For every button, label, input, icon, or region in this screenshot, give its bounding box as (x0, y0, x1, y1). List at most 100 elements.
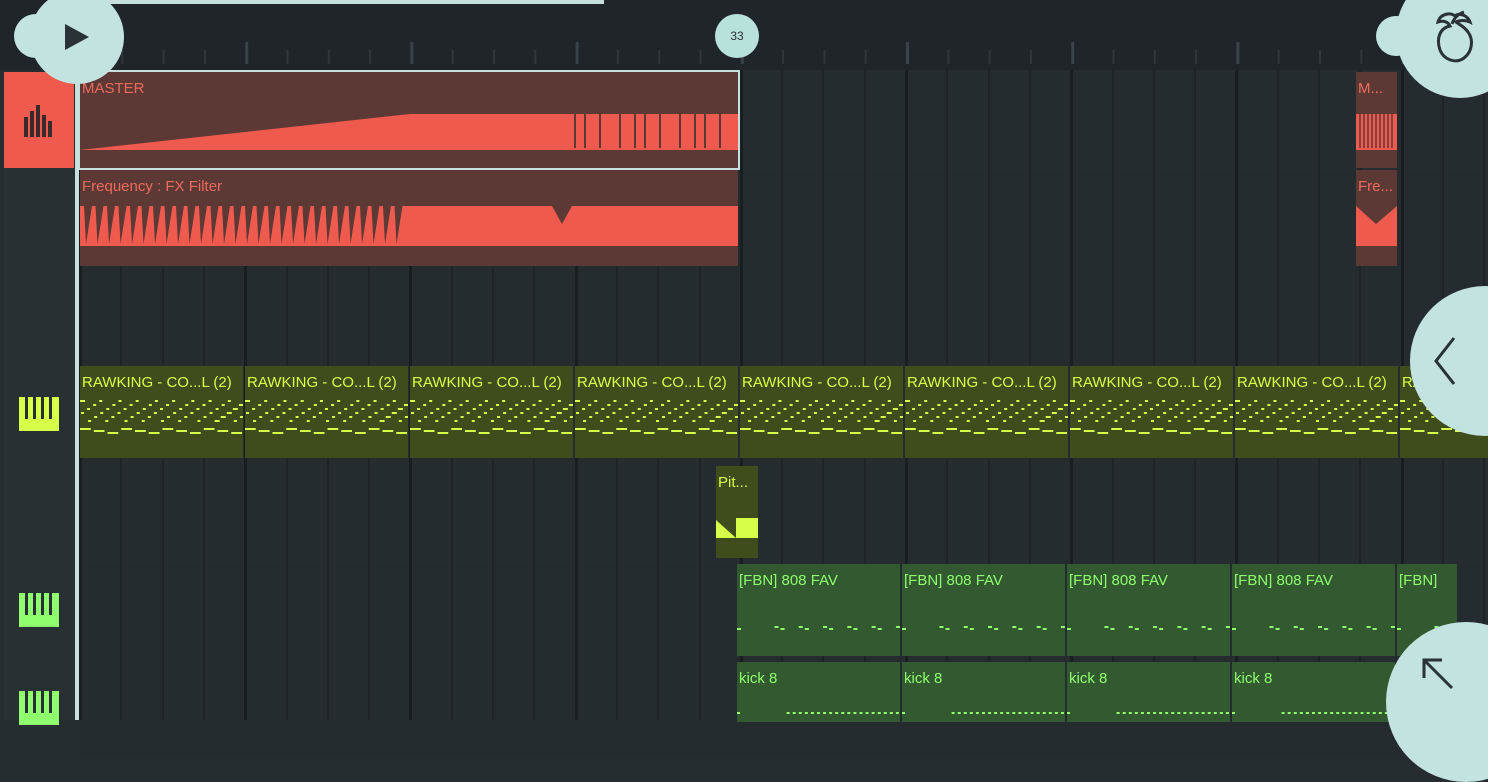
note (737, 628, 741, 630)
note (1373, 430, 1384, 432)
note (190, 432, 201, 434)
note (190, 412, 193, 414)
clip-fx-filter-short[interactable]: Fre... (1356, 170, 1397, 266)
clip-master[interactable]: MASTER (80, 72, 738, 168)
note (686, 400, 689, 402)
note (1348, 712, 1351, 714)
clip-rawking[interactable]: RAWKING - CO...L (2) (575, 366, 738, 458)
note (447, 412, 450, 414)
note (737, 712, 740, 714)
note (809, 432, 820, 434)
note (1010, 404, 1013, 406)
note (697, 404, 700, 406)
note (937, 404, 940, 406)
note (1384, 412, 1387, 414)
note (396, 432, 407, 434)
note (1339, 416, 1342, 418)
note (527, 420, 530, 422)
note (130, 404, 133, 406)
clip-kick[interactable]: kick 8 (902, 662, 1065, 722)
note (160, 408, 163, 410)
timeline-tick (658, 50, 660, 64)
note (589, 430, 600, 432)
note (736, 404, 738, 406)
note (203, 416, 206, 418)
note (410, 428, 421, 430)
track-header-rawking[interactable] (4, 366, 74, 462)
note (1348, 628, 1352, 630)
note (80, 428, 91, 430)
beat-position-marker[interactable]: 33 (715, 14, 759, 58)
note (1334, 408, 1337, 410)
track-header-empty[interactable] (4, 268, 74, 364)
note (273, 432, 284, 434)
note (1018, 712, 1021, 714)
track-header-pitch[interactable] (4, 464, 74, 560)
note (753, 404, 756, 406)
note (1330, 712, 1333, 714)
note (509, 408, 512, 410)
note (679, 416, 682, 418)
note (968, 408, 971, 410)
clip-rawking[interactable]: RAWKING - CO...L (2) (245, 366, 408, 458)
track-header-kick[interactable] (4, 660, 74, 756)
clip-rawking[interactable]: RAWKING - CO...L (2) (905, 366, 1068, 458)
note (1272, 412, 1275, 414)
clip-fbn-808[interactable]: [FBN] 808 FAV (902, 564, 1065, 656)
clip-rawking[interactable]: RAWKING - CO...L (2) (740, 366, 903, 458)
playlist-grid[interactable]: MASTER M... Frequency : FX Filter Fre... (79, 70, 1488, 720)
note (1053, 400, 1056, 402)
clip-master-short[interactable]: M... (1356, 72, 1397, 168)
note (836, 430, 847, 432)
note (454, 408, 457, 410)
note (564, 420, 567, 422)
note (300, 430, 311, 432)
note (424, 416, 427, 418)
note (301, 400, 304, 402)
note (270, 420, 273, 422)
clip-kick[interactable]: kick 8 (737, 662, 900, 722)
chevron-left-icon (1432, 336, 1458, 386)
clip-fx-filter[interactable]: Frequency : FX Filter (80, 170, 738, 266)
note (178, 420, 181, 422)
note (589, 416, 592, 418)
note (337, 400, 340, 402)
note (962, 412, 965, 414)
clip-kick[interactable]: kick 8 (1067, 662, 1230, 722)
clip-fbn-808[interactable]: [FBN] 808 FAV (1067, 564, 1230, 656)
timeline-tick (700, 50, 702, 64)
note (1071, 412, 1074, 414)
clip-fbn-808[interactable]: [FBN] 808 FAV (737, 564, 900, 656)
note (1059, 420, 1062, 422)
clip-kick[interactable]: kick 8 (1232, 662, 1395, 722)
clip-fbn-808[interactable]: [FBN] 808 FAV (1232, 564, 1395, 656)
note (1054, 412, 1057, 414)
note (338, 412, 341, 414)
clip-rawking[interactable]: RAWKING - CO...L (2) (1235, 366, 1398, 458)
track-header-fbn[interactable] (4, 562, 74, 658)
note (1009, 416, 1012, 418)
note (442, 404, 445, 406)
clip-rawking[interactable]: RAWKING - CO...L (2) (410, 366, 573, 458)
track-header-master[interactable] (4, 72, 74, 168)
note (1322, 416, 1325, 418)
note (1043, 628, 1047, 630)
note (1367, 712, 1370, 714)
note (902, 628, 906, 630)
note (308, 408, 311, 410)
automation-curve (716, 518, 758, 542)
track-header-filter[interactable] (4, 170, 74, 266)
note (502, 400, 505, 402)
clip-pitch[interactable]: Pit... (716, 466, 758, 558)
note (1354, 712, 1357, 714)
note (847, 626, 851, 628)
clip-rawking[interactable]: RAWKING - CO...L (2) (1070, 366, 1233, 458)
clip-rawking[interactable]: RAWKING - CO...L (2) (80, 366, 243, 458)
note (1151, 420, 1154, 422)
note (167, 416, 170, 418)
note (1133, 408, 1136, 410)
note (823, 626, 827, 628)
note (461, 416, 464, 418)
note (851, 400, 854, 402)
note (1340, 404, 1343, 406)
